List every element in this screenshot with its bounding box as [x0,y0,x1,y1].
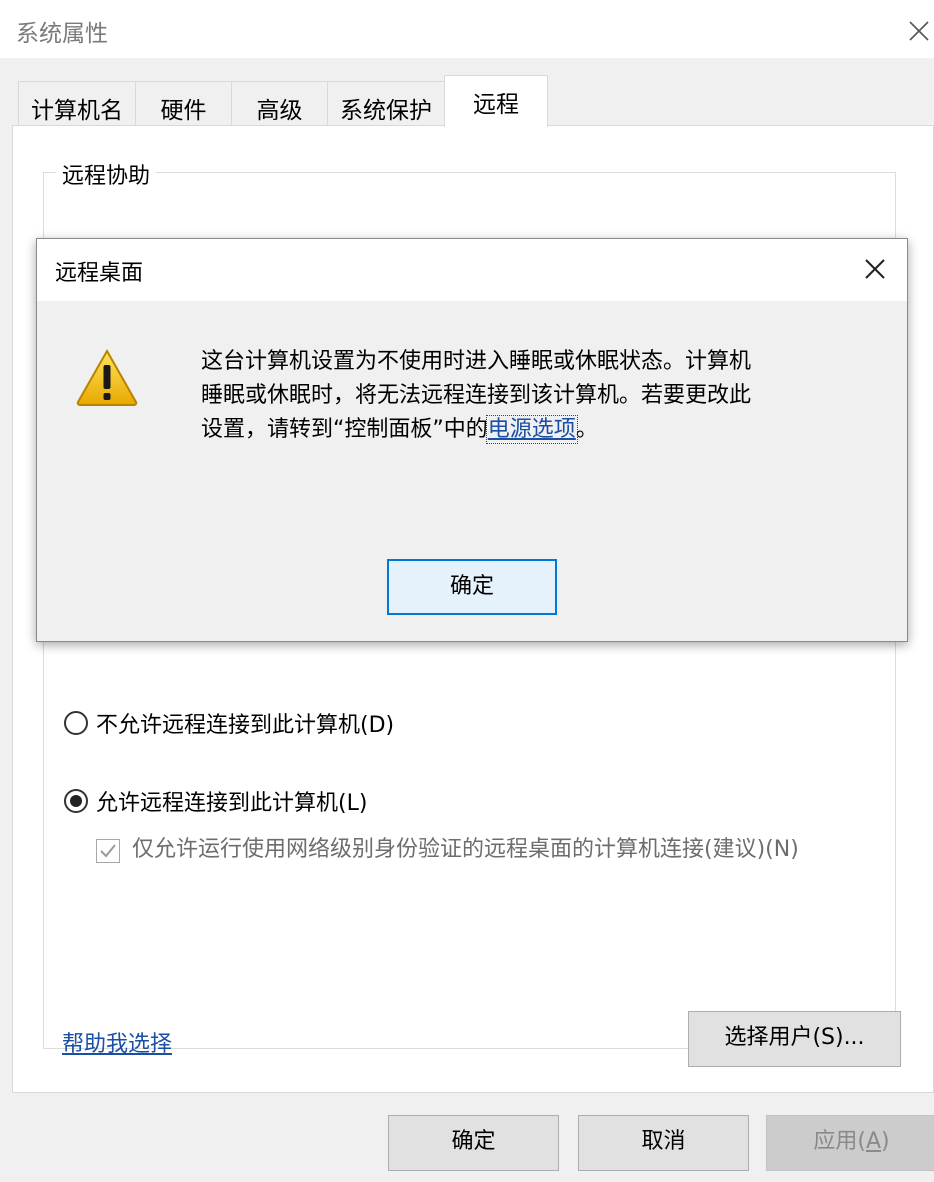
nla-checkbox[interactable] [96,839,120,863]
apply-accelerator: A [865,1129,882,1154]
radio-disallow-remote[interactable]: 不允许远程连接到此计算机(D) [64,707,394,739]
tab-hardware[interactable]: 硬件 [135,81,232,126]
nla-checkbox-label: 仅允许运行使用网络级别身份验证的远程桌面的计算机连接(建议)(N) [132,837,799,862]
radio-allow-remote[interactable]: 允许远程连接到此计算机(L) [64,785,367,817]
group-label-remote-assistance: 远程协助 [56,158,157,190]
dialog-title: 远程桌面 [55,261,144,286]
apply-label-suffix: ) [881,1129,890,1154]
dialog-body: 这台计算机设置为不使用时进入睡眠或休眠状态。计算机睡眠或休眠时，将无法远程连接到… [37,301,907,641]
dialog-close-icon[interactable] [857,251,893,287]
window-titlebar: 系统属性 [0,0,934,58]
help-me-choose-link[interactable]: 帮助我选择 [62,1026,172,1058]
dialog-message: 这台计算机设置为不使用时进入睡眠或休眠状态。计算机睡眠或休眠时，将无法远程连接到… [201,345,769,447]
dialog-titlebar: 远程桌面 [37,239,907,301]
close-icon[interactable] [900,8,934,48]
tab-remote[interactable]: 远程 [444,75,548,127]
tab-advanced[interactable]: 高级 [231,81,328,126]
dialog-message-text: 这台计算机设置为不使用时进入睡眠或休眠状态。计算机睡眠或休眠时，将无法远程连接到… [201,349,752,442]
remote-desktop-dialog: 远程桌面 这台计算机设置为不使用时进入睡眠或休眠状态。计算机睡眠或休眠时，将无法… [36,238,908,642]
apply-label-prefix: 应用( [813,1129,866,1154]
cancel-button[interactable]: 取消 [578,1115,749,1171]
dialog-ok-button[interactable]: 确定 [387,559,557,615]
radio-dot [70,795,82,807]
apply-button[interactable]: 应用(A) [766,1115,934,1171]
checkmark-icon [100,844,116,858]
ok-button[interactable]: 确定 [388,1115,559,1171]
select-users-button[interactable]: 选择用户(S)... [688,1011,901,1067]
warning-icon [76,348,138,406]
window-title: 系统属性 [16,21,108,47]
radio-button-selected[interactable] [64,789,88,813]
tab-strip: 计算机名 硬件 高级 系统保护 远程 [14,75,934,127]
radio-allow-label: 允许远程连接到此计算机(L) [96,791,368,816]
tab-system-protection[interactable]: 系统保护 [327,81,445,126]
radio-button[interactable] [64,711,88,735]
dialog-message-end: 。 [575,417,598,442]
tab-computer-name[interactable]: 计算机名 [18,81,136,126]
radio-disallow-label: 不允许远程连接到此计算机(D) [96,713,395,738]
power-options-link[interactable]: 电源选项 [485,415,578,444]
